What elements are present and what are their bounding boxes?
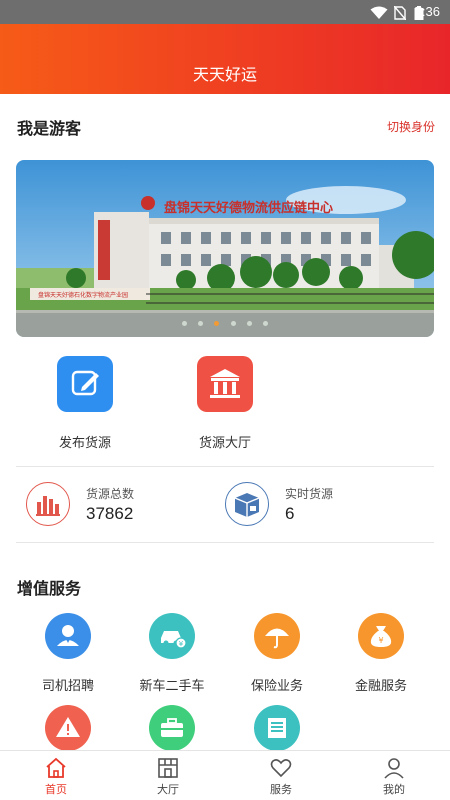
wifi-icon: [370, 5, 388, 24]
tab-hall[interactable]: 大厅: [112, 751, 224, 800]
home-icon: [46, 757, 66, 778]
value-services-title: 增值服务: [17, 579, 82, 598]
status-bar: 7:36: [0, 0, 450, 24]
bottom-tabbar: 首页 大厅 服务 我的: [0, 750, 450, 800]
tab-mine[interactable]: 我的: [338, 751, 450, 800]
insurance-label: 保险业务: [250, 679, 303, 694]
briefcase-service-button[interactable]: [122, 705, 222, 751]
warning-service-button[interactable]: [18, 705, 118, 751]
status-time: 7:36: [414, 4, 440, 19]
banner-carousel[interactable]: 盘锦天天好德物流供应链中心 盘锦天天好德石化数字物流产业园: [16, 160, 434, 337]
umbrella-icon: [254, 613, 300, 659]
carousel-dot[interactable]: [182, 321, 188, 326]
svg-text:¥: ¥: [179, 640, 184, 648]
divider: [16, 542, 434, 543]
carousel-dot[interactable]: [262, 321, 268, 326]
stat-total-cargo[interactable]: 货源总数 37862: [26, 482, 206, 528]
warning-icon: [45, 705, 91, 751]
svg-text:¥: ¥: [378, 636, 383, 645]
tab-service[interactable]: 服务: [225, 751, 337, 800]
edit-icon: [57, 356, 113, 412]
carousel-dot-active[interactable]: [214, 321, 220, 326]
tab-hall-label: 大厅: [157, 783, 179, 796]
news-service-button[interactable]: [227, 705, 327, 751]
divider: [16, 466, 434, 467]
guest-title: 我是游客: [17, 119, 82, 138]
tab-service-label: 服务: [270, 783, 292, 796]
stat-total-cargo-value: 37862: [86, 504, 134, 523]
new-used-cars-button[interactable]: ¥ 新车二手车: [122, 613, 222, 694]
driver-recruit-label: 司机招聘: [41, 679, 94, 694]
user-icon: [384, 758, 404, 779]
tab-home[interactable]: 首页: [0, 751, 112, 800]
money-bag-icon: ¥: [358, 613, 404, 659]
driver-icon: [45, 613, 91, 659]
finance-label: 金融服务: [354, 679, 407, 694]
stat-total-cargo-label: 货源总数: [86, 487, 135, 501]
banner-sign-text: 盘锦天天好德物流供应链中心: [164, 200, 333, 216]
stat-realtime-cargo-label: 实时货源: [285, 487, 334, 501]
switch-identity-link[interactable]: 切换身份: [387, 118, 435, 135]
app-title: 天天好运: [192, 65, 257, 84]
bar-chart-icon: [26, 482, 70, 526]
car-icon: ¥: [149, 613, 195, 659]
new-used-cars-label: 新车二手车: [139, 679, 205, 694]
svg-text:盘锦天天好德石化数字物流产业园: 盘锦天天好德石化数字物流产业园: [38, 291, 128, 299]
finance-button[interactable]: ¥ 金融服务: [331, 613, 431, 694]
publish-cargo-button[interactable]: 发布货源: [35, 356, 135, 451]
bank-icon: [197, 356, 253, 412]
app-header: 天天好运: [0, 24, 450, 94]
box-icon: [225, 482, 269, 526]
guest-row: 我是游客 切换身份: [17, 113, 435, 138]
carousel-dot[interactable]: [230, 321, 236, 326]
news-icon: [254, 705, 300, 751]
tab-mine-label: 我的: [383, 783, 405, 796]
heart-icon: [270, 759, 292, 778]
publish-cargo-label: 发布货源: [58, 436, 111, 451]
stat-realtime-cargo-value: 6: [285, 504, 295, 523]
insurance-button[interactable]: 保险业务: [227, 613, 327, 694]
carousel-dots[interactable]: [16, 311, 434, 330]
no-sim-icon: [393, 5, 407, 24]
cargo-hall-button[interactable]: 货源大厅: [175, 356, 275, 451]
tab-home-label: 首页: [45, 783, 67, 796]
briefcase-icon: [149, 705, 195, 751]
cargo-hall-label: 货源大厅: [198, 436, 251, 451]
store-icon: [158, 758, 178, 778]
carousel-dot[interactable]: [246, 321, 252, 326]
driver-recruit-button[interactable]: 司机招聘: [18, 613, 118, 694]
carousel-dot[interactable]: [198, 321, 204, 326]
stat-realtime-cargo[interactable]: 实时货源 6: [225, 482, 405, 528]
